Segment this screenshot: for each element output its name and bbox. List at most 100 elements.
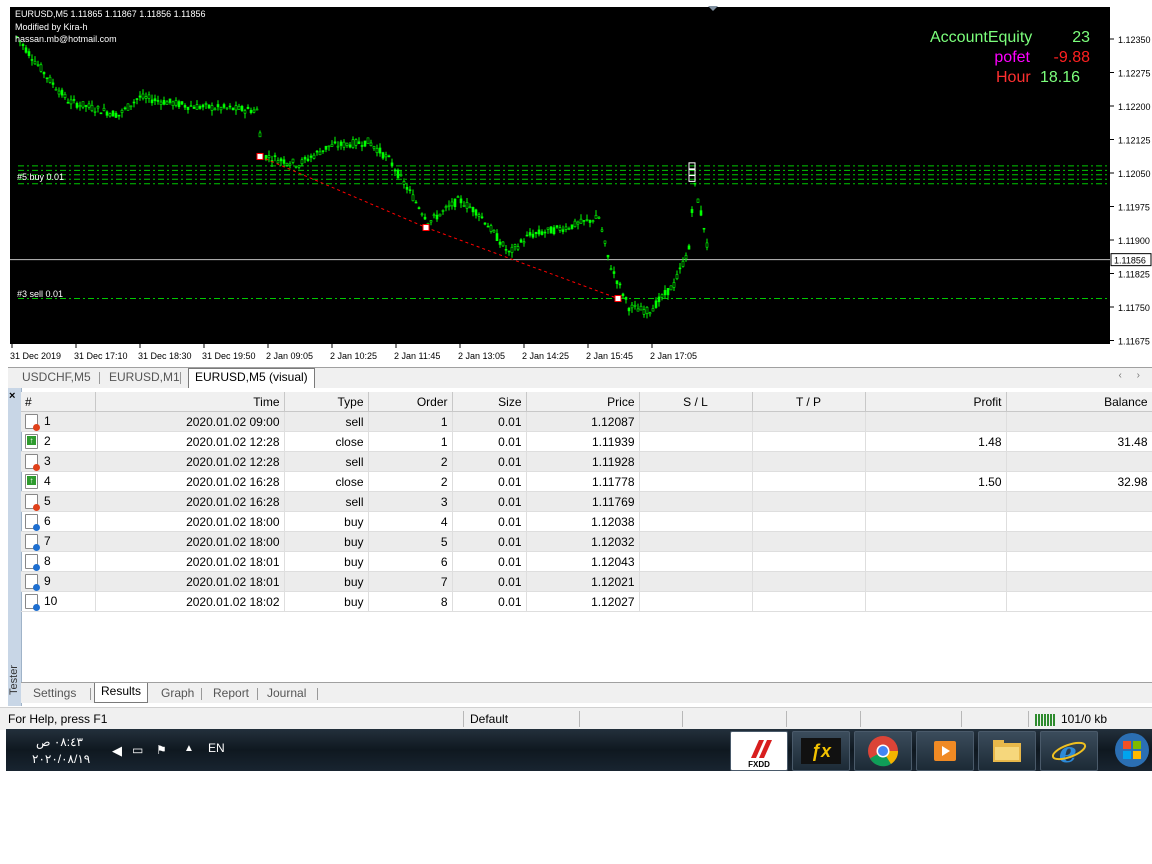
cell-n: 6 (21, 511, 96, 532)
network-icon[interactable]: ▭ (132, 743, 143, 757)
candle-body (90, 105, 94, 112)
col-order[interactable]: Order (368, 392, 453, 412)
start-button[interactable] (1112, 731, 1152, 769)
candle-body (291, 158, 295, 163)
cell-tp (752, 411, 866, 432)
col-type[interactable]: Type (284, 392, 369, 412)
tray-expand-icon[interactable]: ▲ (184, 743, 194, 754)
candle-body (528, 232, 532, 236)
arrow-up-icon: ↑ (27, 436, 36, 446)
chrome-button[interactable] (854, 731, 912, 771)
candle-body (534, 232, 538, 234)
table-row[interactable]: 3 2020.01.02 12:28 sell 2 0.01 1.11928 (21, 451, 1152, 472)
folder-icon (993, 740, 1021, 762)
candle-body (384, 154, 388, 158)
time-tick-label: 2 Jan 14:25 (522, 351, 569, 361)
candle-body (567, 228, 571, 230)
language-indicator[interactable]: EN (208, 741, 225, 755)
table-row[interactable]: 1 2020.01.02 09:00 sell 1 0.01 1.12087 (21, 411, 1152, 432)
tab-report[interactable]: Report (207, 685, 255, 702)
table-row[interactable]: 6 2020.01.02 18:00 buy 4 0.01 1.12038 (21, 511, 1152, 532)
action-center-icon[interactable]: ⚑ (156, 743, 167, 757)
candle-body (450, 201, 454, 207)
candle-body (294, 165, 298, 168)
clock-time[interactable]: ٠٨:٤٣ ص (36, 735, 83, 749)
table-row[interactable]: 9 2020.01.02 18:01 buy 7 0.01 1.12021 (21, 571, 1152, 592)
table-row[interactable]: 8 2020.01.02 18:01 buy 6 0.01 1.12043 (21, 551, 1152, 572)
col-size[interactable]: Size (452, 392, 527, 412)
candle-body (288, 163, 292, 166)
cell-n: 8 (21, 551, 96, 572)
table-row[interactable]: ↑ 2 2020.01.02 12:28 close 1 0.01 1.11939 1.48 3… (21, 431, 1152, 452)
table-row[interactable]: ↑ 4 2020.01.02 16:28 close 2 0.01 1.11778 1.50 3… (21, 471, 1152, 492)
price-tick-label: 1.11750 (1118, 303, 1150, 313)
candle-body (399, 174, 403, 177)
tester-tab-bar: Settings Results Graph Report Journal (21, 682, 1152, 703)
candle-body (129, 105, 133, 108)
col-number[interactable]: # (21, 392, 96, 412)
candle-body (246, 106, 250, 110)
tab-settings[interactable]: Settings (27, 685, 82, 702)
candle-body (393, 169, 397, 172)
col-profit[interactable]: Profit (865, 392, 1007, 412)
close-icon[interactable]: × (9, 390, 15, 402)
clock-date[interactable]: ٢٠٢٠/٠٨/١٩ (32, 752, 90, 766)
connection-bars-icon (1035, 714, 1055, 726)
order-dot-icon (33, 564, 40, 571)
col-balance[interactable]: Balance (1006, 392, 1152, 412)
cell-profit (865, 451, 1007, 472)
internet-explorer-button[interactable]: e (1040, 731, 1098, 771)
cell-time: 2020.01.02 18:02 (95, 591, 285, 612)
col-sl[interactable]: S / L (639, 392, 753, 412)
candle-body (42, 71, 46, 75)
tab-journal[interactable]: Journal (261, 685, 312, 702)
volume-icon[interactable]: ◀ (112, 743, 122, 759)
candle-body (363, 140, 367, 147)
cell-tp (752, 591, 866, 612)
candle-body (300, 159, 304, 165)
candle-body (255, 108, 259, 111)
tab-results[interactable]: Results (94, 683, 149, 703)
table-row[interactable]: 5 2020.01.02 16:28 sell 3 0.01 1.11769 (21, 491, 1152, 512)
candle-body (147, 94, 151, 99)
col-time[interactable]: Time (95, 392, 285, 412)
candle-body (207, 104, 211, 109)
explorer-button[interactable] (978, 731, 1036, 771)
row-number: 1 (44, 413, 51, 428)
col-price[interactable]: Price (526, 392, 640, 412)
media-player-button[interactable] (916, 731, 974, 771)
price-chart[interactable]: 1.12350 1.12275 1.12200 1.12125 1.12050 1.119… (8, 5, 1152, 367)
trading-app-button[interactable]: ƒx (792, 731, 850, 771)
tab-eurusd-m1[interactable]: EURUSD,M1 (103, 369, 186, 386)
candle-body (576, 221, 580, 225)
cell-order: 2 (368, 471, 453, 492)
candle-body (198, 106, 202, 109)
cell-sl (639, 571, 753, 592)
tab-scroll-arrows[interactable]: ‹ › (1119, 370, 1146, 381)
table-row[interactable]: 7 2020.01.02 18:00 buy 5 0.01 1.12032 (21, 531, 1152, 552)
order-dot-icon (33, 524, 40, 531)
sell-order-label: #3 sell 0.01 (17, 289, 63, 299)
cell-sl (639, 471, 753, 492)
candle-body (492, 229, 496, 233)
table-row[interactable]: 10 2020.01.02 18:02 buy 8 0.01 1.12027 (21, 591, 1152, 612)
row-number: 7 (44, 533, 51, 548)
candle-body (414, 201, 418, 204)
cell-profit (865, 411, 1007, 432)
tab-graph[interactable]: Graph (155, 685, 200, 702)
candle-body (660, 294, 664, 298)
candle-body (144, 96, 148, 99)
tab-eurusd-m5-visual[interactable]: EURUSD,M5 (visual) (188, 368, 315, 388)
col-tp[interactable]: T / P (752, 392, 866, 412)
row-number: 4 (44, 473, 51, 488)
fxdd-app-button[interactable]: FXDD (730, 731, 788, 771)
candle-body (645, 306, 649, 314)
chart-canvas[interactable]: 1.12350 1.12275 1.12200 1.12125 1.12050 1.119… (8, 5, 1152, 367)
candle-body (177, 101, 181, 108)
candle-body (462, 205, 466, 207)
tab-usdchf-m5[interactable]: USDCHF,M5 (16, 369, 97, 386)
candle-body (219, 107, 223, 111)
candle-body (315, 150, 319, 153)
candle-body (522, 241, 526, 244)
cell-balance: 31.48 (1006, 431, 1152, 452)
